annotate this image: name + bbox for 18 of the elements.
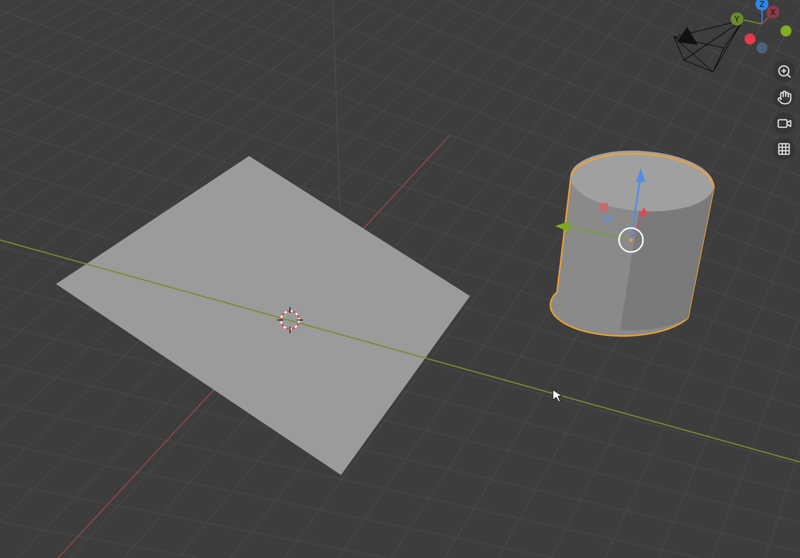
3d-viewport[interactable]: Z X Y [0, 0, 800, 558]
grid-icon [777, 142, 791, 156]
camera-view-button[interactable] [773, 112, 795, 134]
zoom-icon [776, 64, 792, 78]
pan-button[interactable] [773, 86, 795, 108]
axis-dot[interactable] [744, 34, 756, 44]
hand-icon [776, 90, 792, 104]
axis-handle[interactable]: Z [756, 0, 768, 10]
zoom-button[interactable] [773, 60, 795, 82]
projection-button[interactable] [773, 138, 795, 160]
axis-handle[interactable]: Y [730, 12, 744, 26]
plane-mesh[interactable] [56, 156, 470, 475]
origin-marker-icon [276, 306, 304, 334]
transform-gizmo[interactable] [555, 168, 647, 253]
cylinder-mesh[interactable] [550, 150, 715, 337]
mouse-cursor-icon [552, 390, 562, 402]
axis-dot[interactable] [780, 26, 792, 36]
axis-dot[interactable] [756, 42, 768, 54]
